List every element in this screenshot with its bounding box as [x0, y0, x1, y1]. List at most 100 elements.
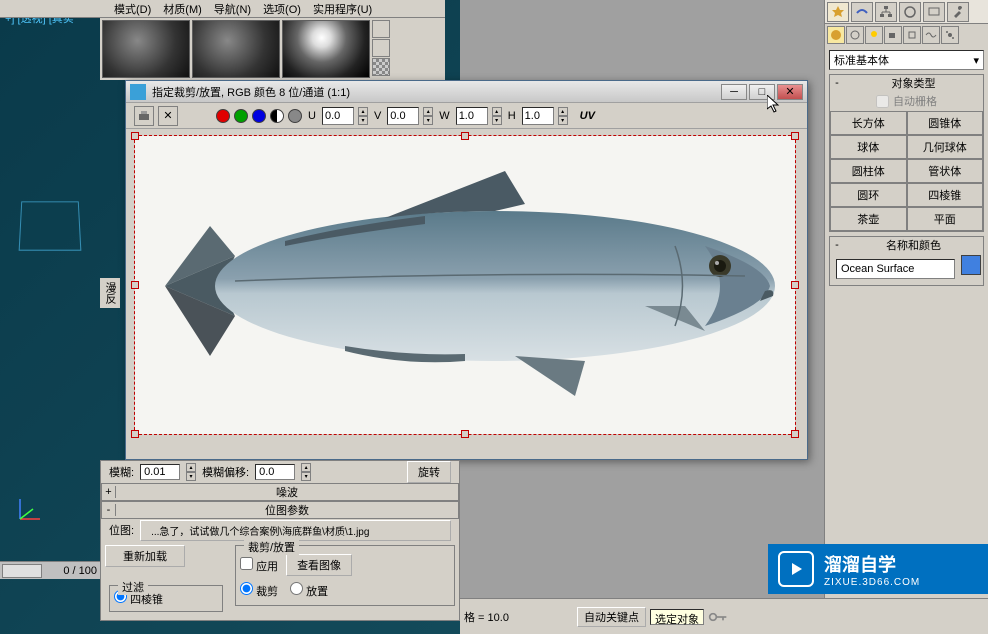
alpha-channel-toggle[interactable] — [270, 109, 284, 123]
name-color-rollout: - 名称和颜色 Ocean Surface — [829, 236, 984, 286]
v-spin-up[interactable]: ▴ — [423, 107, 433, 116]
h-spin-down[interactable]: ▾ — [558, 116, 568, 125]
cone-button[interactable]: 圆锥体 — [907, 111, 984, 135]
w-input[interactable]: 1.0 — [456, 107, 488, 125]
display-tab[interactable] — [923, 2, 945, 22]
crop-handle-rc[interactable] — [791, 281, 799, 289]
pyramid-button[interactable]: 四棱锥 — [907, 183, 984, 207]
blur-spin-up[interactable]: ▴ — [186, 463, 196, 472]
autogrid-label: 自动栅格 — [893, 93, 937, 109]
helpers-subtab[interactable] — [903, 26, 921, 44]
shapes-subtab[interactable] — [846, 26, 864, 44]
blur-input[interactable]: 0.01 — [140, 464, 180, 480]
green-channel-toggle[interactable] — [234, 109, 248, 123]
crop-handle-bc[interactable] — [461, 430, 469, 438]
print-button[interactable] — [134, 106, 154, 126]
crop-frame[interactable] — [134, 135, 796, 435]
menu-options[interactable]: 选项(O) — [259, 1, 305, 17]
menu-utilities[interactable]: 实用程序(U) — [309, 1, 376, 17]
object-color-swatch[interactable] — [961, 255, 981, 275]
lights-subtab[interactable] — [865, 26, 883, 44]
cylinder-button[interactable]: 圆柱体 — [830, 159, 907, 183]
utilities-tab[interactable] — [947, 2, 969, 22]
spacewarps-subtab[interactable] — [922, 26, 940, 44]
rotate-button[interactable]: 旋转 — [407, 461, 451, 483]
h-spin-up[interactable]: ▴ — [558, 107, 568, 116]
filter-pyramid-radio[interactable]: 四棱锥 — [114, 594, 163, 606]
mono-channel-toggle[interactable] — [288, 109, 302, 123]
crop-handle-bl[interactable] — [131, 430, 139, 438]
create-tab[interactable] — [827, 2, 849, 22]
systems-subtab[interactable] — [941, 26, 959, 44]
material-slot-1[interactable] — [102, 20, 190, 78]
blue-channel-toggle[interactable] — [252, 109, 266, 123]
crop-handle-tr[interactable] — [791, 132, 799, 140]
crop-radio[interactable]: 裁剪 — [240, 582, 278, 599]
maximize-button[interactable]: □ — [749, 84, 775, 100]
geometry-subtab[interactable] — [827, 26, 845, 44]
material-slot-3[interactable] — [282, 20, 370, 78]
h-input[interactable]: 1.0 — [522, 107, 554, 125]
red-channel-toggle[interactable] — [216, 109, 230, 123]
blur-offset-spin-up[interactable]: ▴ — [301, 463, 311, 472]
key-icon[interactable] — [708, 609, 728, 625]
box-button[interactable]: 长方体 — [830, 111, 907, 135]
bitmap-params-toggle[interactable]: - — [102, 504, 116, 516]
blur-offset-input[interactable]: 0.0 — [255, 464, 295, 480]
modify-tab[interactable] — [851, 2, 873, 22]
crop-handle-br[interactable] — [791, 430, 799, 438]
plane-button[interactable]: 平面 — [907, 207, 984, 231]
close-button[interactable]: ✕ — [777, 84, 803, 100]
menu-nav[interactable]: 导航(N) — [210, 1, 255, 17]
bitmap-params-rollout-header[interactable]: - 位图参数 — [101, 501, 459, 519]
crop-handle-tl[interactable] — [131, 132, 139, 140]
cameras-subtab[interactable] — [884, 26, 902, 44]
sample-type-btn[interactable] — [372, 20, 390, 38]
u-spin-up[interactable]: ▴ — [358, 107, 368, 116]
object-name-input[interactable]: Ocean Surface — [836, 259, 955, 279]
tube-button[interactable]: 管状体 — [907, 159, 984, 183]
reload-button[interactable]: 重新加载 — [105, 545, 185, 567]
bitmap-path-button[interactable]: ...急了，试试做几个综合案例\海底群鱼\材质\1.jpg — [140, 520, 451, 541]
w-spin-up[interactable]: ▴ — [492, 107, 502, 116]
category-dropdown[interactable]: 标准基本体 ▾ — [829, 50, 984, 70]
u-input[interactable]: 0.0 — [322, 107, 354, 125]
uv-mode-label[interactable]: UV — [580, 110, 595, 122]
autogrid-checkbox[interactable] — [876, 95, 889, 108]
menu-mode[interactable]: 模式(D) — [110, 1, 155, 17]
geosphere-button[interactable]: 几何球体 — [907, 135, 984, 159]
auto-key-button[interactable]: 自动关键点 — [577, 607, 646, 627]
v-input[interactable]: 0.0 — [387, 107, 419, 125]
hierarchy-tab[interactable] — [875, 2, 897, 22]
object-type-header[interactable]: - 对象类型 — [830, 75, 983, 91]
sphere-button[interactable]: 球体 — [830, 135, 907, 159]
w-spin-down[interactable]: ▾ — [492, 116, 502, 125]
menu-material[interactable]: 材质(M) — [159, 1, 206, 17]
bitmap-parameters-panel: 模糊: 0.01 ▴▾ 模糊偏移: 0.0 ▴▾ 旋转 + 噪波 - 位图参数 … — [100, 460, 460, 621]
light-icon — [868, 29, 880, 41]
minimize-button[interactable]: ─ — [721, 84, 747, 100]
teapot-button[interactable]: 茶壶 — [830, 207, 907, 231]
torus-button[interactable]: 圆环 — [830, 183, 907, 207]
cancel-x-button[interactable]: ✕ — [158, 106, 178, 126]
v-spin-down[interactable]: ▾ — [423, 116, 433, 125]
noise-rollout-header[interactable]: + 噪波 — [101, 483, 459, 501]
u-spin-down[interactable]: ▾ — [358, 116, 368, 125]
material-slot-2[interactable] — [192, 20, 280, 78]
name-color-header[interactable]: - 名称和颜色 — [830, 237, 983, 253]
blur-spin-down[interactable]: ▾ — [186, 472, 196, 481]
timeline[interactable]: 0 / 100 — [0, 561, 100, 579]
crop-handle-tc[interactable] — [461, 132, 469, 140]
noise-rollout-toggle[interactable]: + — [102, 486, 116, 498]
motion-tab[interactable] — [899, 2, 921, 22]
dialog-titlebar[interactable]: 指定裁剪/放置, RGB 颜色 8 位/通道 (1:1) ─ □ ✕ — [126, 81, 807, 103]
apply-checkbox[interactable]: 应用 — [240, 557, 278, 574]
timeline-slider[interactable] — [2, 564, 42, 578]
view-image-button[interactable]: 查看图像 — [286, 554, 352, 576]
place-radio[interactable]: 放置 — [290, 582, 328, 599]
checker-bg-btn[interactable] — [372, 58, 390, 76]
crop-handle-lc[interactable] — [131, 281, 139, 289]
blur-offset-spin-down[interactable]: ▾ — [301, 472, 311, 481]
backlight-btn[interactable] — [372, 39, 390, 57]
watermark-logo — [778, 551, 814, 587]
